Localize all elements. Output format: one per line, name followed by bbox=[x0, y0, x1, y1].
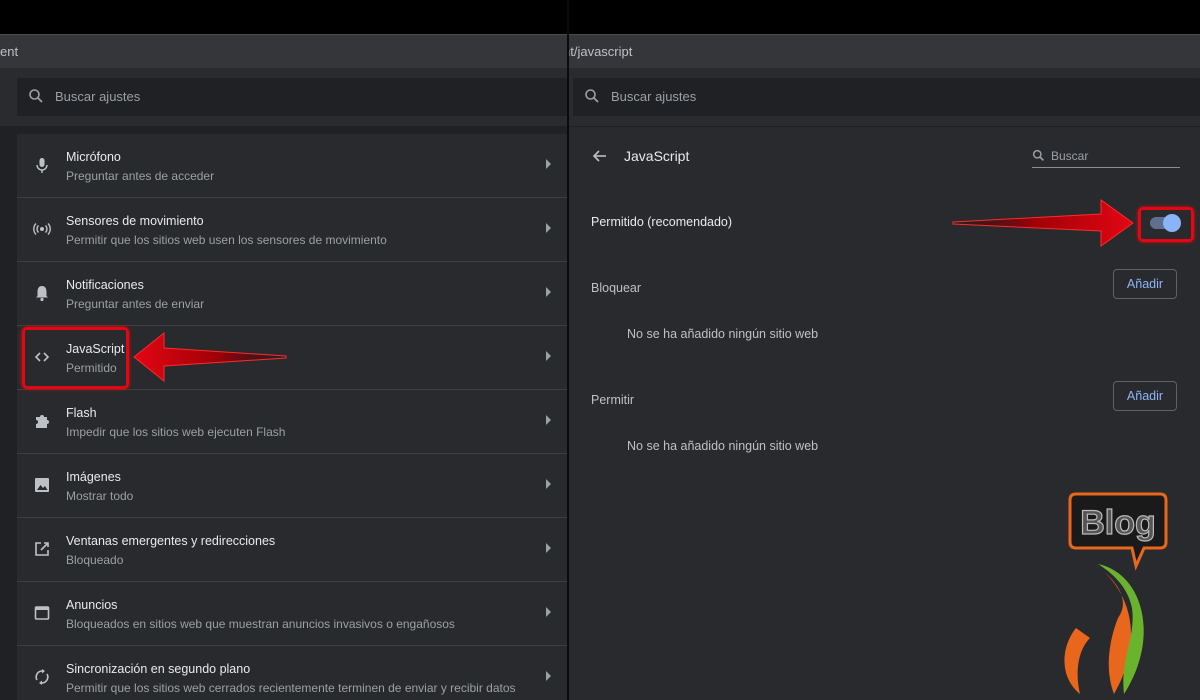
list-item-notifications[interactable]: Notificaciones Preguntar antes de enviar bbox=[17, 262, 567, 326]
sync-icon bbox=[33, 668, 51, 686]
settings-toolbar: Buscar ajustes bbox=[0, 68, 567, 126]
ads-window-icon bbox=[33, 604, 51, 622]
chevron-right-icon bbox=[546, 607, 551, 617]
item-subtitle: Impedir que los sitios web ejecuten Flas… bbox=[66, 425, 285, 439]
allow-empty-text: No se ha añadido ningún sitio web bbox=[627, 439, 818, 453]
item-subtitle: Preguntar antes de acceder bbox=[66, 169, 214, 183]
title-bar bbox=[0, 0, 567, 34]
list-item-popups[interactable]: Ventanas emergentes y redirecciones Bloq… bbox=[17, 518, 567, 582]
item-subtitle: Permitir que los sitios web cerrados rec… bbox=[66, 681, 516, 695]
javascript-highlight-box bbox=[22, 327, 129, 389]
list-item-flash[interactable]: Flash Impedir que los sitios web ejecute… bbox=[17, 390, 567, 454]
add-block-button[interactable]: Añadir bbox=[1113, 269, 1177, 299]
item-title: Sensores de movimiento bbox=[66, 214, 204, 228]
item-title: Sincronización en segundo plano bbox=[66, 662, 250, 676]
settings-toolbar: Buscar ajustes bbox=[569, 68, 1200, 126]
list-item-microphone[interactable]: Micrófono Preguntar antes de acceder bbox=[17, 134, 567, 198]
url-text: ent bbox=[0, 44, 18, 59]
blog-logo-text: Blog bbox=[1080, 504, 1156, 542]
item-title: Anuncios bbox=[66, 598, 117, 612]
item-title: Imágenes bbox=[66, 470, 121, 484]
toggle-highlight-box bbox=[1138, 207, 1194, 242]
list-item-motion-sensors[interactable]: Sensores de movimiento Permitir que los … bbox=[17, 198, 567, 262]
image-icon bbox=[33, 476, 51, 494]
list-item-ads[interactable]: Anuncios Bloqueados en sitios web que mu… bbox=[17, 582, 567, 646]
item-subtitle: Preguntar antes de enviar bbox=[66, 297, 204, 311]
search-icon bbox=[584, 88, 600, 104]
list-item-images[interactable]: Imágenes Mostrar todo bbox=[17, 454, 567, 518]
filter-placeholder: Buscar bbox=[1051, 149, 1088, 163]
search-placeholder: Buscar ajustes bbox=[611, 89, 696, 104]
search-settings-input[interactable]: Buscar ajustes bbox=[573, 78, 1200, 116]
filter-search-input[interactable]: Buscar bbox=[1032, 147, 1180, 168]
back-arrow-icon[interactable] bbox=[591, 147, 609, 165]
item-subtitle: Bloqueados en sitios web que muestran an… bbox=[66, 617, 455, 631]
allowed-label: Permitido (recomendado) bbox=[591, 215, 732, 229]
open-in-new-icon bbox=[33, 540, 51, 558]
motion-sensors-icon bbox=[33, 220, 51, 238]
chevron-right-icon bbox=[546, 543, 551, 553]
annotation-arrow-left-icon bbox=[130, 330, 290, 384]
address-bar[interactable]: nt/javascript bbox=[569, 34, 1200, 68]
annotation-arrow-right-icon bbox=[949, 198, 1137, 248]
search-placeholder: Buscar ajustes bbox=[55, 89, 140, 104]
bell-icon bbox=[33, 284, 51, 302]
left-settings-window: ent Buscar ajustes Micrófono Preguntar a… bbox=[0, 0, 567, 700]
search-icon bbox=[28, 88, 44, 104]
chevron-right-icon bbox=[546, 671, 551, 681]
search-icon bbox=[1032, 149, 1045, 162]
block-section-label: Bloquear bbox=[591, 281, 641, 295]
add-allow-button[interactable]: Añadir bbox=[1113, 381, 1177, 411]
chevron-right-icon bbox=[546, 351, 551, 361]
address-bar[interactable]: ent bbox=[0, 34, 567, 68]
item-title: Flash bbox=[66, 406, 97, 420]
puzzle-icon bbox=[33, 412, 51, 430]
item-subtitle: Bloqueado bbox=[66, 553, 123, 567]
block-empty-text: No se ha añadido ningún sitio web bbox=[627, 327, 818, 341]
list-item-background-sync[interactable]: Sincronización en segundo plano Permitir… bbox=[17, 646, 567, 700]
chevron-right-icon bbox=[546, 223, 551, 233]
item-subtitle: Mostrar todo bbox=[66, 489, 133, 503]
site-settings-list: Micrófono Preguntar antes de acceder Sen… bbox=[17, 134, 567, 700]
search-settings-input[interactable]: Buscar ajustes bbox=[17, 78, 567, 116]
item-title: Micrófono bbox=[66, 150, 121, 164]
chevron-right-icon bbox=[546, 287, 551, 297]
allow-section-label: Permitir bbox=[591, 393, 634, 407]
chevron-right-icon bbox=[546, 159, 551, 169]
item-subtitle: Permitir que los sitios web usen los sen… bbox=[66, 233, 387, 247]
item-title: Ventanas emergentes y redirecciones bbox=[66, 534, 275, 548]
chevron-right-icon bbox=[546, 479, 551, 489]
item-title: Notificaciones bbox=[66, 278, 144, 292]
blog-logo: Blog bbox=[1040, 488, 1200, 700]
url-text: nt/javascript bbox=[569, 44, 632, 59]
title-bar bbox=[569, 0, 1200, 34]
microphone-icon bbox=[33, 156, 51, 174]
page-title: JavaScript bbox=[624, 148, 689, 164]
chevron-right-icon bbox=[546, 415, 551, 425]
